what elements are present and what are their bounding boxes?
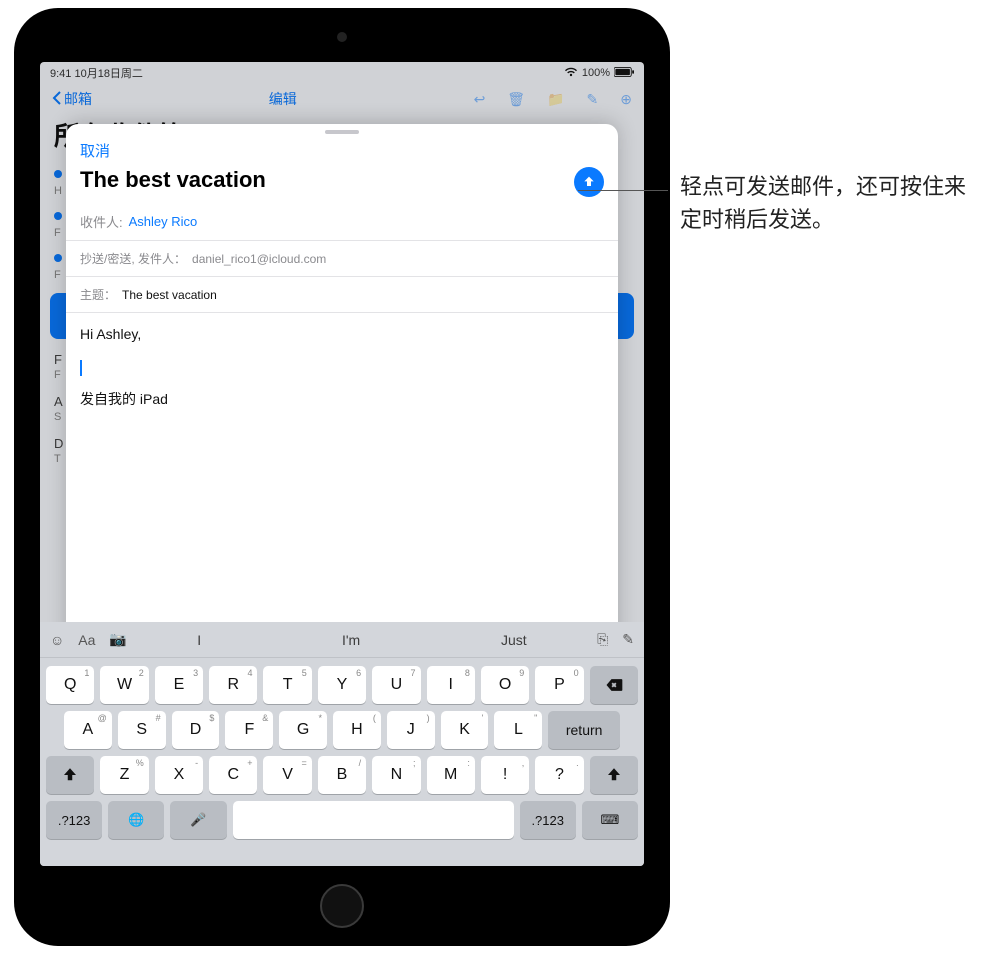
keyboard: ☺︎ Aa 📷 I I'm Just ⎘ ✎ 1Q2W3E4R5T6Y7U8I9…: [40, 622, 644, 866]
trash-icon: 🗑: [507, 91, 525, 108]
sheet-grabber[interactable]: [325, 130, 359, 134]
format-icon[interactable]: Aa: [78, 632, 95, 648]
key-s[interactable]: #S: [118, 711, 166, 749]
cancel-button[interactable]: 取消: [80, 140, 110, 161]
subject-value: The best vacation: [122, 288, 217, 302]
text-cursor: [80, 360, 82, 376]
emoji-icon[interactable]: ☺︎: [50, 632, 64, 648]
key-n[interactable]: ;N: [372, 756, 420, 794]
key-x[interactable]: -X: [155, 756, 203, 794]
delete-key[interactable]: [590, 666, 638, 704]
key-b[interactable]: /B: [318, 756, 366, 794]
key-a[interactable]: @A: [64, 711, 112, 749]
key-u[interactable]: 7U: [372, 666, 420, 704]
to-field[interactable]: 收件人: Ashley Rico: [66, 203, 618, 241]
shift-key-right[interactable]: [590, 756, 638, 794]
key-c[interactable]: +C: [209, 756, 257, 794]
suggestion-bar: I I'm Just: [127, 632, 597, 648]
arrow-up-icon: [581, 174, 597, 190]
subject-label: 主题：: [80, 286, 116, 303]
key-v[interactable]: =V: [263, 756, 311, 794]
key-p[interactable]: 0P: [535, 666, 583, 704]
reply-icon: ↩︎: [474, 91, 486, 108]
body-greeting: Hi Ashley,: [80, 323, 604, 345]
suggestion-1[interactable]: I: [177, 632, 221, 648]
scan-icon[interactable]: ⎘: [597, 631, 608, 648]
key-qmark[interactable]: .?: [535, 756, 583, 794]
cc-value: daniel_rico1@icloud.com: [192, 252, 326, 266]
subject-field[interactable]: 主题： The best vacation: [66, 277, 618, 313]
key-r[interactable]: 4R: [209, 666, 257, 704]
key-l[interactable]: "L: [494, 711, 542, 749]
return-key[interactable]: return: [548, 711, 620, 749]
key-i[interactable]: 8I: [427, 666, 475, 704]
battery-percent: 100%: [582, 67, 610, 79]
key-row-2: @A#S$D&F*G(H)J'K"Lreturn: [46, 711, 638, 749]
body-signature: 发自我的 iPad: [80, 388, 604, 410]
dismiss-keyboard-key[interactable]: ⌨︎: [582, 801, 638, 839]
back-label: 邮箱: [64, 89, 92, 109]
mic-key[interactable]: 🎤: [170, 801, 226, 839]
suggestion-2[interactable]: I'm: [322, 632, 380, 648]
suggestion-3[interactable]: Just: [481, 632, 547, 648]
send-button[interactable]: [574, 167, 604, 197]
key-row-1: 1Q2W3E4R5T6Y7U8I9O0P: [46, 666, 638, 704]
key-h[interactable]: (H: [333, 711, 381, 749]
chevron-left-icon: [52, 91, 62, 108]
compose-icon: ✎: [587, 91, 599, 108]
markup-icon[interactable]: ✎: [622, 631, 634, 648]
key-k[interactable]: 'K: [441, 711, 489, 749]
folder-icon: 📁: [547, 91, 564, 108]
numbers-key-right[interactable]: .?123: [520, 801, 576, 839]
key-z[interactable]: %Z: [100, 756, 148, 794]
more-icon: ⊕: [620, 91, 632, 108]
wifi-icon: [564, 67, 578, 80]
status-bar: 9:41 10月18日周二 100%: [40, 62, 644, 84]
callout-leader-line: [578, 190, 668, 191]
cc-label: 抄送/密送, 发件人：: [80, 250, 186, 267]
numbers-key[interactable]: .?123: [46, 801, 102, 839]
key-row-4: .?123 🌐 🎤 .?123 ⌨︎: [46, 801, 638, 839]
space-key[interactable]: [233, 801, 514, 839]
compose-title: The best vacation: [66, 161, 280, 203]
globe-key[interactable]: 🌐: [108, 801, 164, 839]
key-row-3: %Z-X+C=V/B;N:M,!.?: [46, 756, 638, 794]
status-time: 9:41 10月18日周二: [50, 65, 143, 81]
to-value: Ashley Rico: [129, 214, 198, 229]
battery-icon: [614, 67, 634, 80]
edit-label: 编辑: [269, 89, 297, 109]
key-e[interactable]: 3E: [155, 666, 203, 704]
key-w[interactable]: 2W: [100, 666, 148, 704]
camera-dot: [337, 32, 347, 42]
cc-field[interactable]: 抄送/密送, 发件人： daniel_rico1@icloud.com: [66, 241, 618, 277]
to-label: 收件人:: [80, 212, 123, 231]
key-q[interactable]: 1Q: [46, 666, 94, 704]
key-d[interactable]: $D: [172, 711, 220, 749]
key-o[interactable]: 9O: [481, 666, 529, 704]
home-button[interactable]: [320, 884, 364, 928]
keyboard-toolbar: ☺︎ Aa 📷 I I'm Just ⎘ ✎: [40, 622, 644, 658]
camera-icon[interactable]: 📷: [109, 631, 126, 648]
key-g[interactable]: *G: [279, 711, 327, 749]
key-t[interactable]: 5T: [263, 666, 311, 704]
key-y[interactable]: 6Y: [318, 666, 366, 704]
key-m[interactable]: :M: [427, 756, 475, 794]
key-f[interactable]: &F: [225, 711, 273, 749]
key-excl[interactable]: ,!: [481, 756, 529, 794]
screen: 9:41 10月18日周二 100% 邮箱 编辑: [40, 62, 644, 866]
ipad-frame: 9:41 10月18日周二 100% 邮箱 编辑: [14, 8, 670, 946]
callout-text: 轻点可发送邮件，还可按住来定时稍后发送。: [680, 170, 970, 236]
key-j[interactable]: )J: [387, 711, 435, 749]
shift-key[interactable]: [46, 756, 94, 794]
